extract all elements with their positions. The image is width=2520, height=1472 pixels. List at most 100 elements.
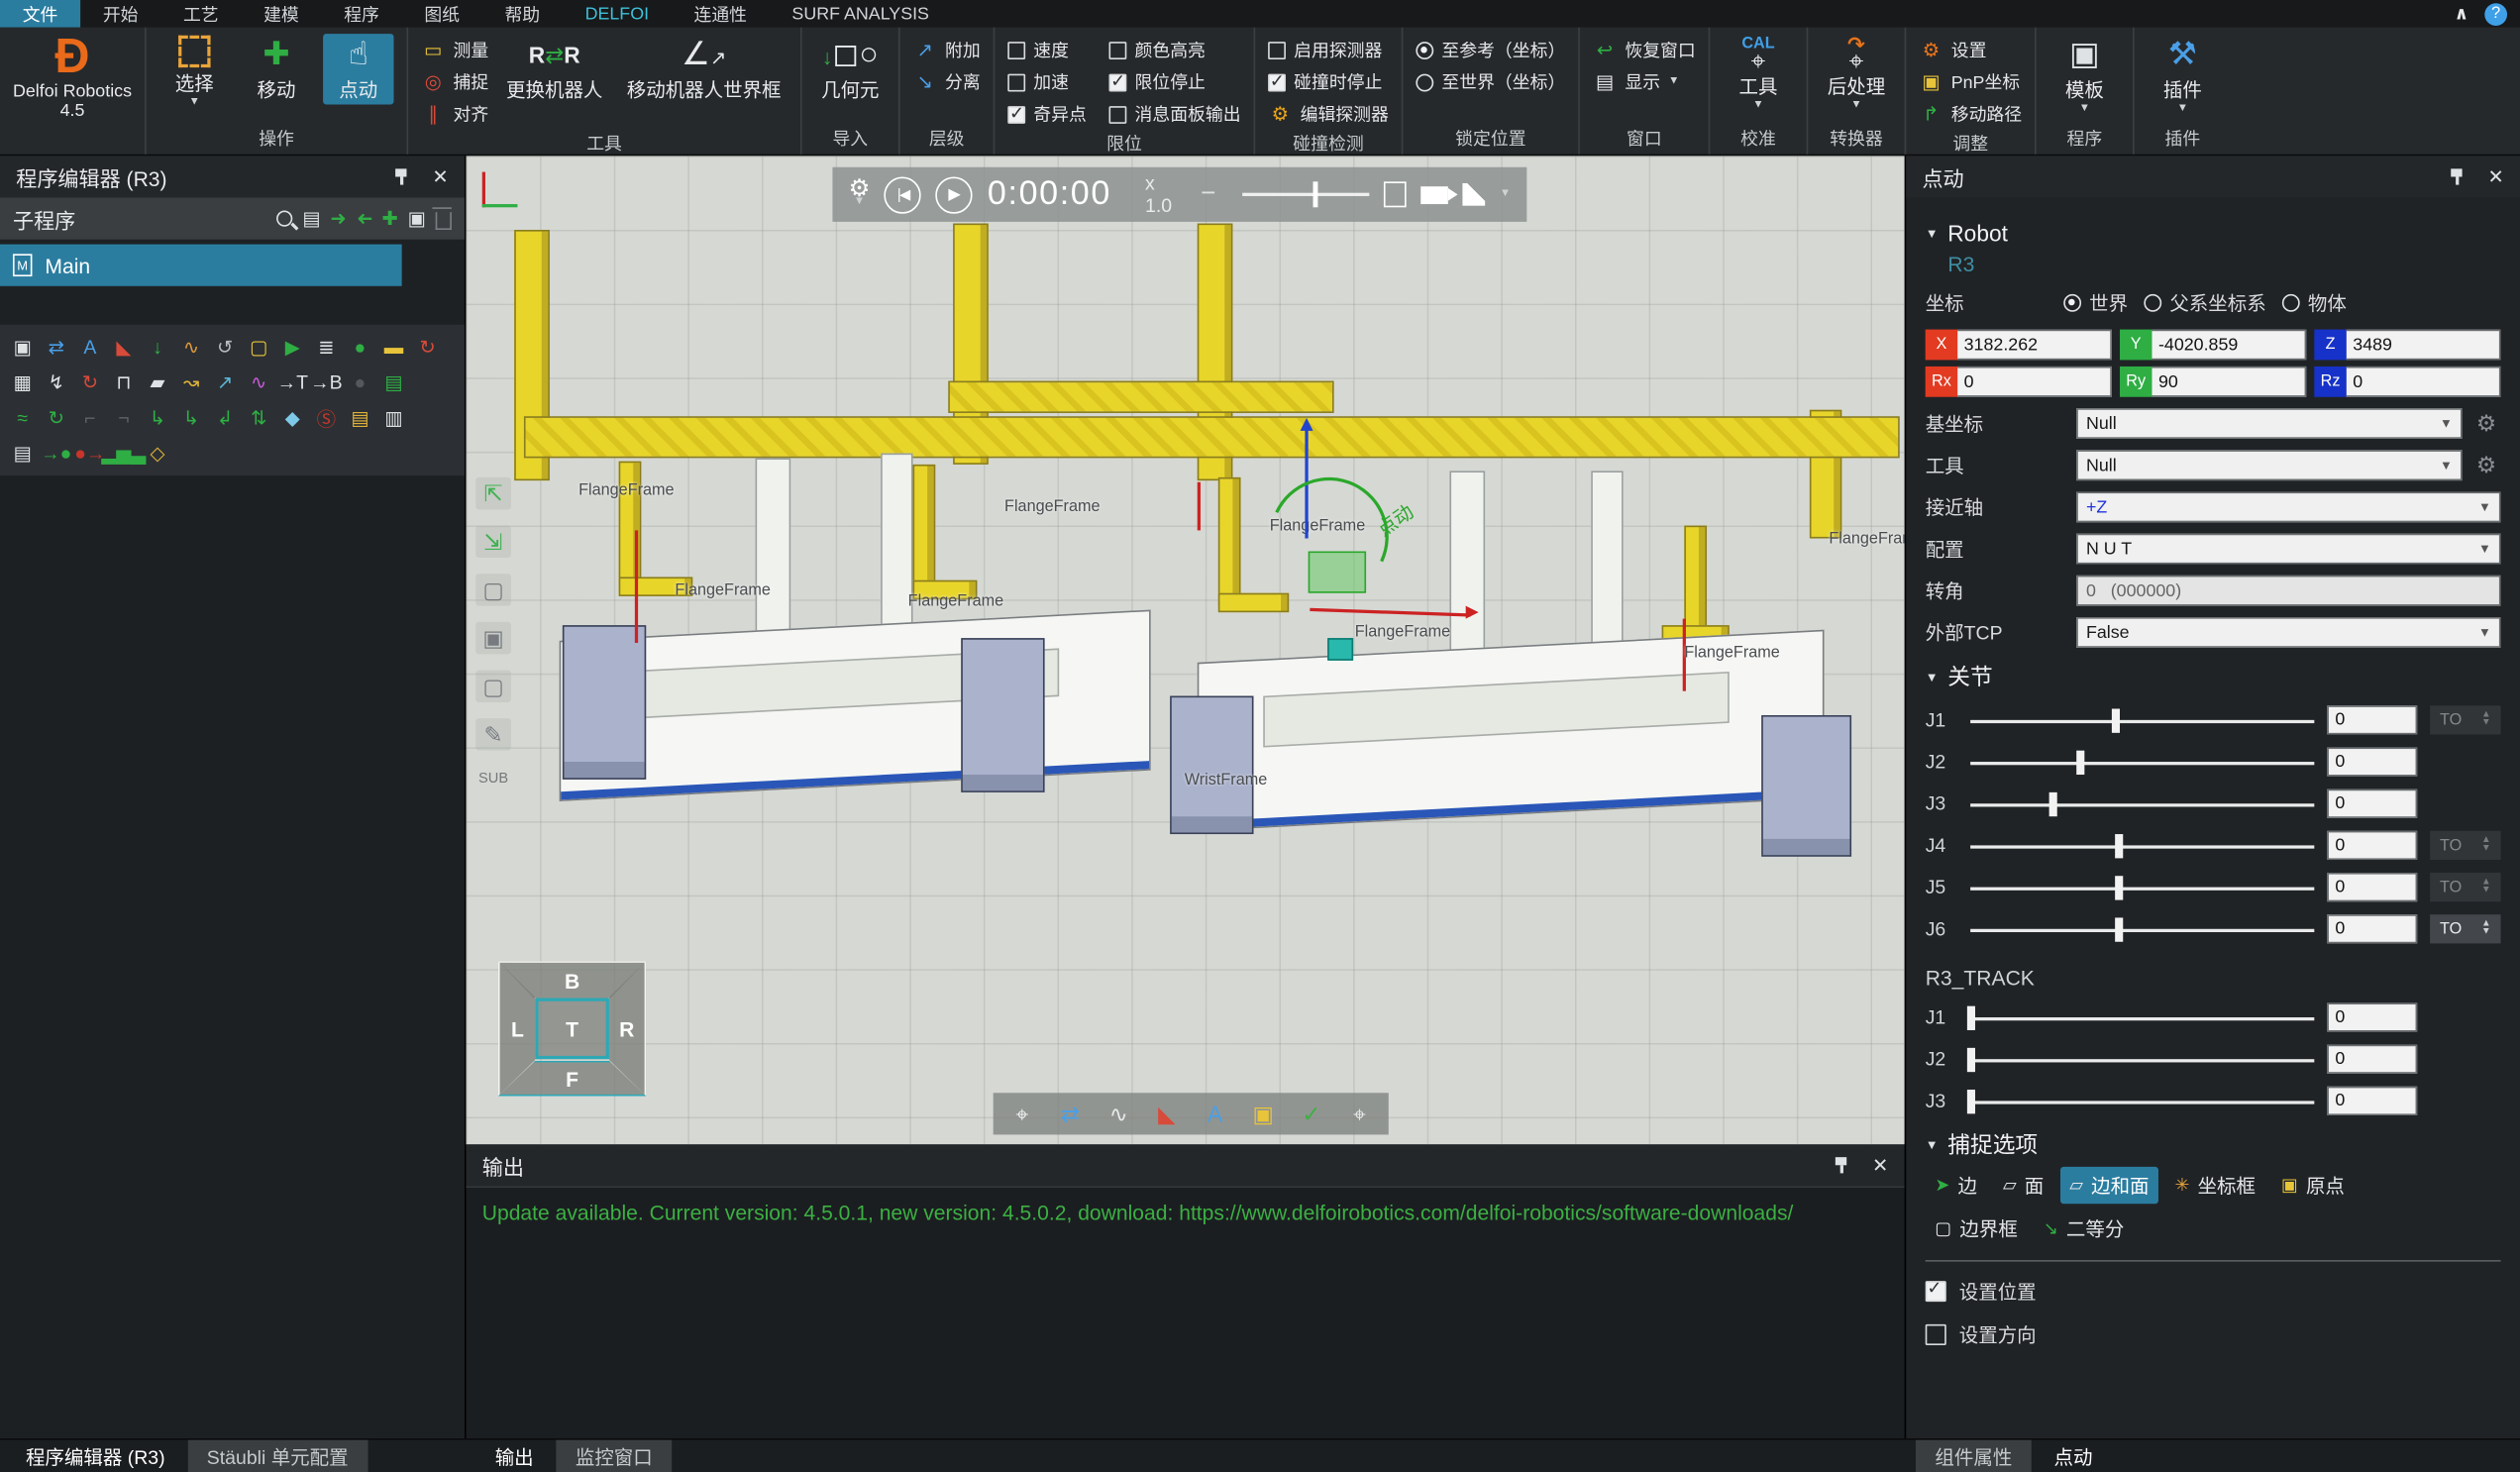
statement-icon[interactable]: ⊓ bbox=[109, 368, 138, 397]
turns-spinner[interactable]: TO▲▼ bbox=[2430, 914, 2500, 943]
axis-input[interactable]: 90 bbox=[2152, 367, 2306, 397]
jog-button[interactable]: ☝ 点动 bbox=[323, 34, 393, 104]
gear-icon[interactable]: ⚙ bbox=[2471, 452, 2500, 479]
menu-tab[interactable]: 连通性 bbox=[672, 0, 770, 28]
output-log[interactable]: Update available. Current version: 4.5.0… bbox=[467, 1186, 1905, 1438]
slider-thumb[interactable] bbox=[2115, 917, 2123, 941]
slider-thumb[interactable] bbox=[1967, 1005, 1975, 1029]
statement-icon[interactable]: ↝ bbox=[176, 368, 205, 397]
speed-slider-thumb[interactable] bbox=[1312, 181, 1317, 207]
statement-icon[interactable]: ↳ bbox=[143, 403, 171, 432]
base-frame-select[interactable]: Null▼ bbox=[2076, 408, 2462, 439]
external-tcp-select[interactable]: False▼ bbox=[2076, 617, 2500, 648]
copy-icon[interactable]: ▣ bbox=[408, 207, 426, 230]
speed-slider[interactable] bbox=[1243, 193, 1369, 196]
coordinate-radio-option[interactable]: 父系坐标系 bbox=[2144, 289, 2265, 317]
panel-tab[interactable]: 输出 bbox=[475, 1440, 553, 1472]
statement-icon[interactable]: ↻ bbox=[413, 333, 442, 362]
slider-thumb[interactable] bbox=[2115, 875, 2123, 898]
statement-icon[interactable]: ● bbox=[346, 333, 374, 362]
panel-tab[interactable]: 组件属性 bbox=[1916, 1440, 2032, 1472]
select-button[interactable]: 选择 ▼ bbox=[159, 34, 230, 109]
viewport-toolbar-icon[interactable]: ⌖ bbox=[1004, 1098, 1040, 1129]
detach-button[interactable]: ↘分离 bbox=[913, 69, 981, 95]
viewport-3d[interactable]: ⚙▼ |◀ ▶ 0:00:00 x 1.0 − ▼ ⇱⇲▢▣▢✎ bbox=[467, 156, 1905, 1144]
snap-option-button[interactable]: ↘二等分 bbox=[2034, 1210, 2134, 1247]
statement-icon[interactable]: ▥ bbox=[379, 403, 408, 432]
statement-icon[interactable]: ≣ bbox=[312, 333, 341, 362]
panel-tab[interactable]: 监控窗口 bbox=[556, 1440, 672, 1472]
slider-thumb[interactable] bbox=[1967, 1089, 1975, 1112]
slider-thumb[interactable] bbox=[2077, 750, 2085, 774]
joint-slider[interactable] bbox=[1970, 1005, 2314, 1029]
viewport-tool-icon[interactable]: ▢ bbox=[475, 671, 511, 702]
statement-icon[interactable]: ↗ bbox=[211, 368, 240, 397]
slider-thumb[interactable] bbox=[1967, 1047, 1975, 1071]
statement-icon[interactable]: ∿ bbox=[176, 333, 205, 362]
turns-spinner[interactable]: TO▲▼ bbox=[2430, 873, 2500, 901]
statement-icon[interactable]: ● bbox=[346, 368, 374, 397]
snap-option-button[interactable]: ▢边界框 bbox=[1926, 1210, 2028, 1247]
viewport-tool-icon[interactable]: ▢ bbox=[475, 574, 511, 605]
statement-icon[interactable]: ↻ bbox=[42, 403, 70, 432]
joint-value-input[interactable]: 0 bbox=[2327, 705, 2417, 734]
statement-icon[interactable]: ⇅ bbox=[245, 403, 273, 432]
statement-icon[interactable]: ↯ bbox=[42, 368, 70, 397]
move-world-frame-button[interactable]: ∠↗ 移动机器人世界框 bbox=[620, 34, 788, 104]
spinner-arrows-icon[interactable]: ▲▼ bbox=[2481, 837, 2491, 853]
viewport-tool-icon[interactable]: ✎ bbox=[475, 718, 511, 750]
viewport-tool-icon[interactable]: ⇱ bbox=[475, 477, 511, 509]
viewport-toolbar-icon[interactable]: ⌖ bbox=[1342, 1098, 1378, 1129]
restore-window-button[interactable]: ↩恢复窗口 bbox=[1593, 37, 1696, 62]
axis-input[interactable]: 0 bbox=[1957, 367, 2112, 397]
statement-icon[interactable]: ⌐ bbox=[75, 403, 104, 432]
capture-button[interactable]: ◎捕捉 bbox=[421, 69, 488, 95]
checkbox[interactable] bbox=[1268, 41, 1286, 58]
playback-settings-button[interactable]: ⚙▼ bbox=[849, 181, 871, 207]
record-video-icon[interactable] bbox=[1420, 185, 1449, 203]
joints-section-header[interactable]: ▼关节 bbox=[1926, 661, 2501, 692]
limit-checkbox-row[interactable]: 颜色高亮 bbox=[1109, 37, 1241, 62]
speed-minus-icon[interactable]: − bbox=[1201, 180, 1215, 209]
statement-icon[interactable]: ◇ bbox=[143, 439, 171, 468]
menu-tab[interactable]: 开始 bbox=[80, 0, 160, 28]
measure-button[interactable]: ▭测量 bbox=[421, 37, 488, 62]
search-icon[interactable] bbox=[276, 211, 292, 227]
limit-checkbox-row[interactable]: 奇异点 bbox=[1007, 101, 1087, 127]
align-button[interactable]: ∥对齐 bbox=[421, 101, 488, 127]
close-icon[interactable]: ✕ bbox=[432, 165, 448, 188]
limit-checkbox-row[interactable]: 加速 bbox=[1007, 69, 1087, 95]
viewport-toolbar-icon[interactable]: A bbox=[1198, 1098, 1233, 1129]
spinner-arrows-icon[interactable]: ▲▼ bbox=[2481, 879, 2491, 894]
checkbox[interactable] bbox=[1268, 73, 1286, 91]
panel-tab[interactable]: 点动 bbox=[2035, 1440, 2112, 1472]
joint-slider[interactable] bbox=[1970, 917, 2314, 941]
calibration-tools-button[interactable]: CAL⌖ 工具 ▼ bbox=[1723, 34, 1793, 113]
statement-icon[interactable]: ◆ bbox=[278, 403, 307, 432]
radio[interactable] bbox=[2063, 294, 2081, 312]
slider-thumb[interactable] bbox=[2049, 791, 2057, 815]
statement-icon[interactable]: A bbox=[75, 333, 104, 362]
checkbox[interactable] bbox=[1007, 105, 1025, 123]
menu-tab[interactable]: 帮助 bbox=[482, 0, 563, 28]
statement-icon[interactable]: ↺ bbox=[211, 333, 240, 362]
snap-option-button[interactable]: ➤边 bbox=[1926, 1167, 1987, 1204]
export-pdf-icon[interactable] bbox=[1384, 181, 1406, 207]
statement-icon[interactable]: ▂▅▃ bbox=[109, 439, 138, 468]
statement-icon[interactable]: ●→ bbox=[75, 439, 104, 468]
joint-slider[interactable] bbox=[1970, 750, 2314, 774]
axis-input[interactable]: 3182.262 bbox=[1957, 330, 2112, 361]
help-icon[interactable]: ? bbox=[2484, 2, 2507, 25]
pin-icon[interactable] bbox=[1832, 1156, 1849, 1175]
statement-icon[interactable]: ↓ bbox=[143, 333, 171, 362]
statement-icon[interactable]: ▤ bbox=[379, 368, 408, 397]
limit-checkbox-row[interactable]: 消息面板输出 bbox=[1109, 101, 1241, 127]
viewport-tool-icon[interactable]: ▣ bbox=[475, 622, 511, 654]
swap-robot-button[interactable]: R⇄R 更换机器人 bbox=[500, 34, 609, 104]
statement-icon[interactable]: ↻ bbox=[75, 368, 104, 397]
collision-checkbox-row[interactable]: 碰撞时停止 bbox=[1268, 69, 1389, 95]
pnp-button[interactable]: ▣PnP坐标 bbox=[1919, 69, 2022, 95]
statement-icon[interactable]: ◣ bbox=[109, 333, 138, 362]
menu-tab[interactable]: 图纸 bbox=[402, 0, 482, 28]
axis-input[interactable]: 3489 bbox=[2347, 330, 2501, 361]
